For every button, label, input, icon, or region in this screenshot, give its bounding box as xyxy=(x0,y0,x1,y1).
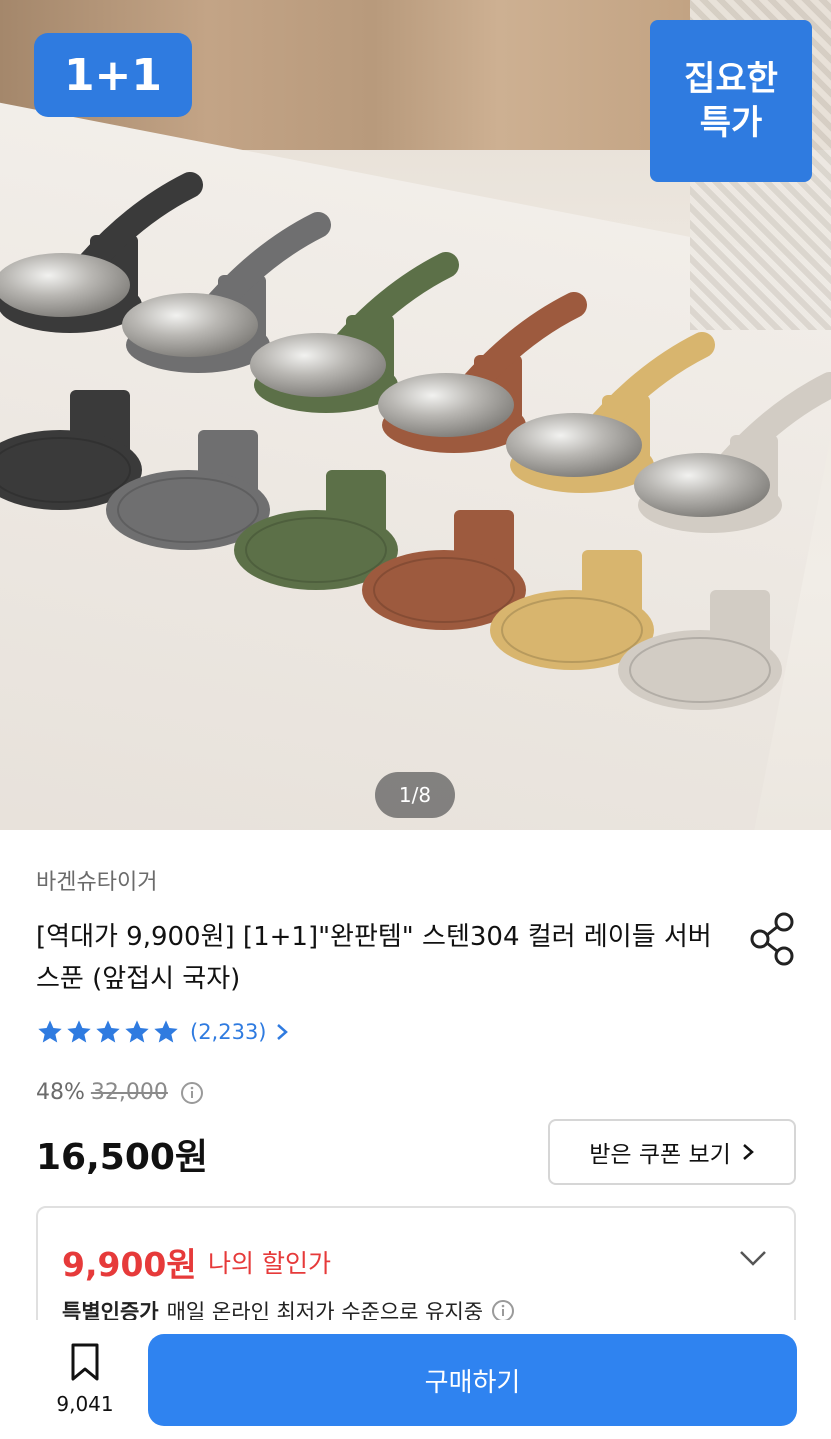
chevron-right-icon xyxy=(742,1144,754,1160)
original-price: 32,000 xyxy=(90,1080,168,1105)
my-discount-price: 9,900원 xyxy=(62,1245,197,1284)
bookmark-count: 9,041 xyxy=(56,1392,114,1416)
chevron-down-icon[interactable] xyxy=(738,1248,768,1268)
discount-percent: 48% xyxy=(36,1080,85,1105)
review-count[interactable]: (2,233) xyxy=(190,1020,267,1044)
chevron-right-icon xyxy=(276,1024,288,1040)
bottom-action-bar: 9,041 구매하기 xyxy=(0,1320,831,1439)
image-pager: 1/8 xyxy=(375,772,455,818)
star-icon xyxy=(96,1020,120,1043)
bookmark-button[interactable]: 9,041 xyxy=(50,1342,120,1416)
my-discount-label: 나의 할인가 xyxy=(208,1249,331,1278)
discount-row: 48% 32,000 xyxy=(36,1080,204,1105)
bookmark-icon xyxy=(71,1343,99,1381)
share-icon[interactable] xyxy=(748,912,796,966)
special-deal-badge: 집요한 특가 xyxy=(650,20,812,182)
product-title: [역대가 9,900원] [1+1]"완판템" 스텐304 컬러 레이들 서버스… xyxy=(36,922,712,994)
star-icon xyxy=(67,1020,91,1043)
special-deal-badge-line1: 집요한 xyxy=(684,59,778,99)
spoon-rest xyxy=(618,590,782,710)
product-image-carousel[interactable]: 1+1 집요한 특가 1/8 xyxy=(0,0,831,830)
special-deal-badge-line2: 특가 xyxy=(699,103,763,143)
view-coupons-button[interactable]: 받은 쿠폰 보기 xyxy=(548,1119,796,1185)
rating-stars xyxy=(36,1018,180,1046)
buy-button[interactable]: 구매하기 xyxy=(148,1334,797,1426)
view-coupons-label: 받은 쿠폰 보기 xyxy=(589,1142,731,1168)
info-icon[interactable] xyxy=(180,1081,204,1105)
one-plus-one-badge: 1+1 xyxy=(34,33,192,117)
sale-price: 16,500원 xyxy=(36,1137,209,1178)
rating-row[interactable]: (2,233) xyxy=(36,1018,289,1046)
my-discount-box[interactable]: 9,900원 나의 할인가 특별인증가 매일 온라인 최저가 수준으로 유지중 xyxy=(36,1206,796,1336)
star-icon xyxy=(38,1020,62,1043)
spoon-set xyxy=(634,372,831,533)
star-icon xyxy=(125,1020,149,1043)
star-icon xyxy=(154,1020,178,1043)
brand-name[interactable]: 바겐슈타이거 xyxy=(36,864,157,896)
